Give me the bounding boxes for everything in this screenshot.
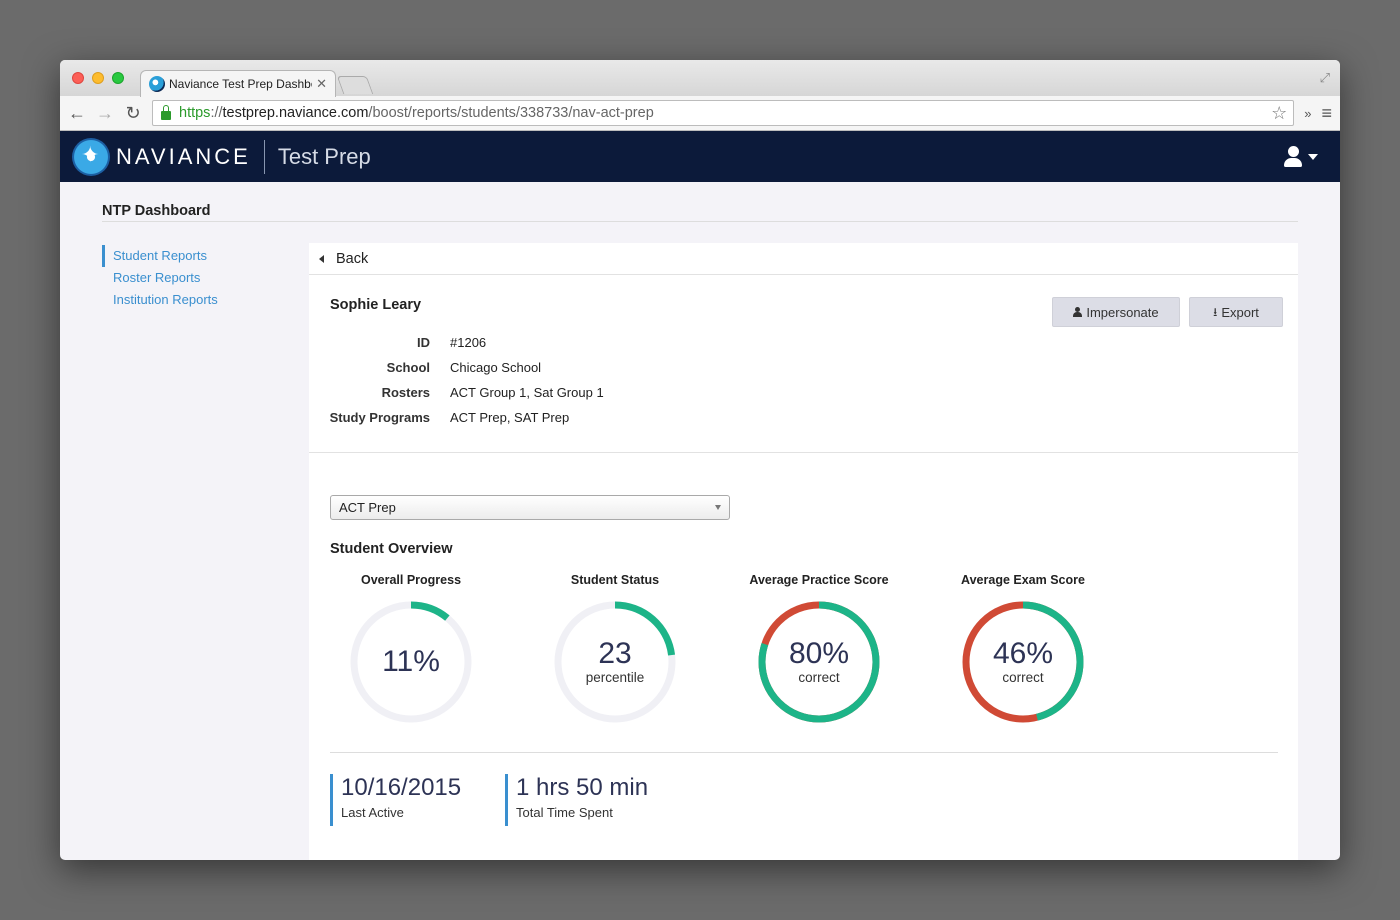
info-row-school: School Chicago School xyxy=(309,355,604,380)
stat-label: Last Active xyxy=(341,805,404,820)
stat-value: 1 hrs 50 min xyxy=(516,774,649,801)
user-menu[interactable] xyxy=(1284,146,1318,167)
stat-label: Total Time Spent xyxy=(516,805,613,820)
student-overview-title: Student Overview xyxy=(330,541,453,557)
tab-title: Naviance Test Prep Dashbo xyxy=(169,77,313,91)
window-controls xyxy=(72,72,124,84)
url-scheme: https xyxy=(179,105,211,121)
metric-label: Student Status xyxy=(570,573,660,587)
stat-total-time-spent: 1 hrs 50 min Total Time Spent xyxy=(505,774,648,826)
student-info-list: ID #1206 School Chicago School Rosters A… xyxy=(309,330,604,430)
metric-sub: correct xyxy=(798,670,840,686)
brand-name: NAVIANCE xyxy=(116,143,251,169)
study-program-select-value: ACT Prep xyxy=(339,500,396,515)
metric-overall-progress: Overall Progress 11% xyxy=(321,573,501,724)
stats-divider xyxy=(330,752,1278,753)
sidebar-item-roster-reports[interactable]: Roster Reports xyxy=(102,267,218,289)
metric-ring: 23 percentile xyxy=(553,600,677,724)
naviance-compass-logo-icon xyxy=(72,137,110,176)
bookmark-star-icon[interactable]: ☆ xyxy=(1271,103,1287,124)
info-row-rosters: Rosters ACT Group 1, Sat Group 1 xyxy=(309,380,604,405)
minimize-window-button[interactable] xyxy=(92,72,104,84)
student-report-panel: Back Sophie Leary Impersonate ⭳ Export I… xyxy=(309,243,1298,860)
info-key: ID xyxy=(417,335,430,350)
page-title: NTP Dashboard xyxy=(102,203,211,219)
sidebar-item-student-reports[interactable]: Student Reports xyxy=(102,245,218,267)
metric-student-status: Student Status 23 percentile xyxy=(525,573,705,724)
metric-value: 23 xyxy=(598,637,632,671)
user-icon xyxy=(1284,146,1302,167)
sidebar-nav: Student Reports Roster Reports Instituti… xyxy=(102,245,218,311)
section-divider xyxy=(309,452,1298,453)
metric-value: 46% xyxy=(992,637,1054,671)
lock-icon xyxy=(161,104,171,120)
tab-strip: Naviance Test Prep Dashbo ✕ ⤢ xyxy=(60,60,1340,97)
naviance-favicon-icon xyxy=(149,76,165,92)
extensions-overflow-icon[interactable]: » xyxy=(1304,106,1311,121)
chevron-down-icon xyxy=(1308,153,1318,160)
info-value: #1206 xyxy=(450,335,487,350)
product-name: Test Prep xyxy=(277,143,371,169)
back-label: Back xyxy=(336,250,369,267)
export-label: Export xyxy=(1221,304,1259,320)
new-tab-button[interactable] xyxy=(336,76,374,94)
info-row-study-programs: Study Programs ACT Prep, SAT Prep xyxy=(309,405,604,430)
metric-ring: 80% correct xyxy=(757,600,881,724)
export-button[interactable]: ⭳ Export xyxy=(1189,297,1283,327)
metric-label: Average Practice Score xyxy=(749,573,889,587)
metric-ring: 11% xyxy=(349,600,473,724)
browser-tab-active[interactable]: Naviance Test Prep Dashbo ✕ xyxy=(140,70,336,97)
metric-sub: percentile xyxy=(585,670,645,686)
metric-value: 11% xyxy=(382,645,440,678)
metric-value: 80% xyxy=(788,637,850,671)
info-key: Rosters xyxy=(381,385,430,400)
fullscreen-icon[interactable]: ⤢ xyxy=(1320,70,1330,86)
study-program-select[interactable]: ACT Prep xyxy=(330,495,730,520)
browser-window: Naviance Test Prep Dashbo ✕ ⤢ ← → ↻ http… xyxy=(60,60,1340,860)
impersonate-label: Impersonate xyxy=(1086,304,1159,320)
student-name: Sophie Leary xyxy=(330,297,422,313)
info-value: ACT Group 1, Sat Group 1 xyxy=(450,385,604,400)
metric-label: Overall Progress xyxy=(360,573,462,587)
info-key: School xyxy=(386,360,430,375)
metric-average-practice-score: Average Practice Score 80% correct xyxy=(729,573,909,724)
chevron-down-icon xyxy=(715,505,721,510)
forward-arrow-icon[interactable]: → xyxy=(96,104,114,122)
reload-icon[interactable]: ↻ xyxy=(124,104,142,122)
impersonate-button[interactable]: Impersonate xyxy=(1052,297,1180,327)
app-header: NAVIANCE Test Prep xyxy=(60,131,1340,182)
url-path: /boost/reports/students/338733/nav-act-p… xyxy=(368,105,654,121)
back-arrow-icon[interactable]: ← xyxy=(68,104,86,122)
stat-value: 10/16/2015 xyxy=(341,774,462,801)
page-content: NTP Dashboard Student Reports Roster Rep… xyxy=(60,182,1340,860)
brand-divider xyxy=(263,139,265,174)
zoom-window-button[interactable] xyxy=(112,72,124,84)
tab-close-icon[interactable]: ✕ xyxy=(316,76,327,92)
url-domain: testprep.naviance.com xyxy=(222,105,369,121)
info-value: Chicago School xyxy=(450,360,542,375)
back-link[interactable]: Back xyxy=(309,243,1298,275)
stat-last-active: 10/16/2015 Last Active xyxy=(330,774,461,826)
metric-sub: correct xyxy=(1002,670,1044,686)
browser-menu-icon[interactable]: ≡ xyxy=(1321,103,1332,124)
user-icon xyxy=(1073,307,1083,317)
download-icon: ⭳ xyxy=(1213,305,1218,319)
metric-label: Average Exam Score xyxy=(961,573,1085,587)
address-bar[interactable]: https://testprep.naviance.com/boost/repo… xyxy=(152,100,1295,126)
url-separator: :// xyxy=(210,105,223,121)
close-window-button[interactable] xyxy=(72,72,84,84)
info-row-id: ID #1206 xyxy=(309,330,604,355)
metric-average-exam-score: Average Exam Score 46% correct xyxy=(933,573,1113,724)
info-value: ACT Prep, SAT Prep xyxy=(450,410,570,425)
sidebar-item-institution-reports[interactable]: Institution Reports xyxy=(102,289,218,311)
metric-ring: 46% correct xyxy=(961,600,1085,724)
title-divider xyxy=(102,221,1298,222)
info-key: Study Programs xyxy=(329,410,430,425)
browser-toolbar: ← → ↻ https://testprep.naviance.com/boos… xyxy=(60,96,1340,131)
caret-left-icon xyxy=(319,254,324,263)
